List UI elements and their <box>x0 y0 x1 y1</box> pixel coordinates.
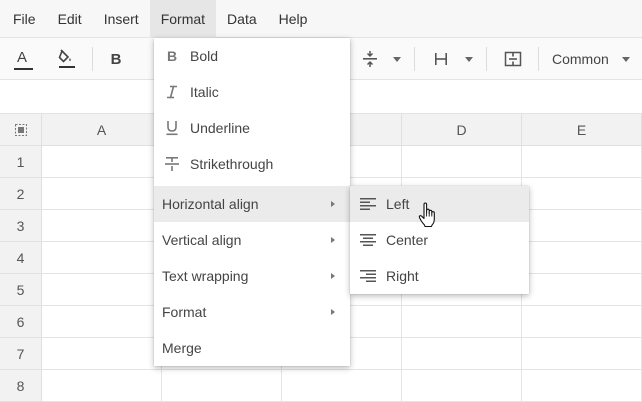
cell-a3[interactable] <box>42 210 162 242</box>
vertical-align-middle-icon <box>363 51 377 67</box>
menu-item-vertical-align[interactable]: Vertical align <box>154 222 350 258</box>
text-wrapping-button[interactable] <box>428 38 454 80</box>
cell-e3[interactable] <box>522 210 642 242</box>
row-header-2[interactable]: 2 <box>0 178 42 210</box>
menu-data[interactable]: Data <box>216 0 268 38</box>
cell-e5[interactable] <box>522 274 642 306</box>
row-header-1[interactable]: 1 <box>0 146 42 178</box>
chevron-right-icon <box>331 237 335 243</box>
cell-e4[interactable] <box>522 242 642 274</box>
menu-bar: File Edit Insert Format Data Help <box>0 0 642 38</box>
chevron-right-icon <box>331 201 335 207</box>
cell-e1[interactable] <box>522 146 642 178</box>
column-header-e[interactable]: E <box>522 114 642 146</box>
align-left-icon <box>360 186 376 222</box>
cell-a8[interactable] <box>42 370 162 402</box>
paint-bucket-icon <box>58 49 75 68</box>
align-center-icon <box>360 222 376 258</box>
menu-format[interactable]: Format <box>149 0 217 38</box>
column-header-a[interactable]: A <box>42 114 162 146</box>
merge-button[interactable] <box>500 38 526 80</box>
menu-item-underline[interactable]: Underline <box>154 110 350 146</box>
bold-icon: B <box>166 48 178 64</box>
menu-file[interactable]: File <box>2 0 47 38</box>
italic-icon <box>164 74 180 110</box>
cell-d7[interactable] <box>402 338 522 370</box>
cell-a4[interactable] <box>42 242 162 274</box>
horizontal-align-submenu: Left Center Right <box>350 186 529 294</box>
row-header-4[interactable]: 4 <box>0 242 42 274</box>
format-menu: B Bold Italic Underline Strikethrough Ho… <box>154 38 350 366</box>
menu-item-bold[interactable]: B Bold <box>154 38 350 74</box>
cell-e8[interactable] <box>522 370 642 402</box>
cell-d8[interactable] <box>402 370 522 402</box>
cell-a1[interactable] <box>42 146 162 178</box>
chevron-down-icon <box>393 56 401 62</box>
bold-icon: B <box>110 50 122 68</box>
row-header-5[interactable]: 5 <box>0 274 42 306</box>
cell-a6[interactable] <box>42 306 162 338</box>
number-format-select[interactable]: Common <box>544 38 638 80</box>
cell-c8[interactable] <box>282 370 402 402</box>
align-right-icon <box>360 258 376 294</box>
menu-insert[interactable]: Insert <box>93 0 150 38</box>
menu-edit[interactable]: Edit <box>47 0 93 38</box>
cell-a7[interactable] <box>42 338 162 370</box>
vertical-align-button[interactable] <box>356 38 384 80</box>
cell-d1[interactable] <box>402 146 522 178</box>
chevron-down-icon <box>465 56 473 62</box>
column-width-icon <box>435 53 447 65</box>
font-color-icon: A <box>13 46 33 72</box>
select-all-corner[interactable] <box>0 114 42 146</box>
merge-cells-icon <box>504 51 522 67</box>
menu-item-format[interactable]: Format <box>154 294 350 330</box>
menu-item-align-left[interactable]: Left <box>350 186 529 222</box>
menu-item-strikethrough[interactable]: Strikethrough <box>154 146 350 182</box>
row-header-8[interactable]: 8 <box>0 370 42 402</box>
cell-e6[interactable] <box>522 306 642 338</box>
menu-item-merge[interactable]: Merge <box>154 330 350 366</box>
hand-pointer-cursor-icon <box>418 202 435 228</box>
cell-e7[interactable] <box>522 338 642 370</box>
fill-color-button[interactable] <box>54 38 80 80</box>
chevron-right-icon <box>331 273 335 279</box>
menu-item-text-wrapping[interactable]: Text wrapping <box>154 258 350 294</box>
column-header-d[interactable]: D <box>402 114 522 146</box>
row-header-7[interactable]: 7 <box>0 338 42 370</box>
cell-a2[interactable] <box>42 178 162 210</box>
cell-e2[interactable] <box>522 178 642 210</box>
menu-item-italic[interactable]: Italic <box>154 74 350 110</box>
number-format-value: Common <box>552 51 609 67</box>
underline-icon <box>164 110 180 146</box>
chevron-right-icon <box>331 309 335 315</box>
text-wrapping-dropdown[interactable] <box>462 38 476 80</box>
select-all-icon <box>14 124 27 136</box>
font-color-button[interactable]: A <box>10 38 36 80</box>
cell-a5[interactable] <box>42 274 162 306</box>
cell-b8[interactable] <box>162 370 282 402</box>
row-header-3[interactable]: 3 <box>0 210 42 242</box>
chevron-down-icon <box>622 57 630 62</box>
menu-item-horizontal-align[interactable]: Horizontal align <box>154 186 350 222</box>
bold-button[interactable]: B <box>104 38 128 80</box>
strikethrough-icon <box>164 146 180 182</box>
row-header-6[interactable]: 6 <box>0 306 42 338</box>
vertical-align-dropdown[interactable] <box>390 38 404 80</box>
menu-item-align-right[interactable]: Right <box>350 258 529 294</box>
cell-d6[interactable] <box>402 306 522 338</box>
menu-help[interactable]: Help <box>268 0 319 38</box>
menu-item-align-center[interactable]: Center <box>350 222 529 258</box>
